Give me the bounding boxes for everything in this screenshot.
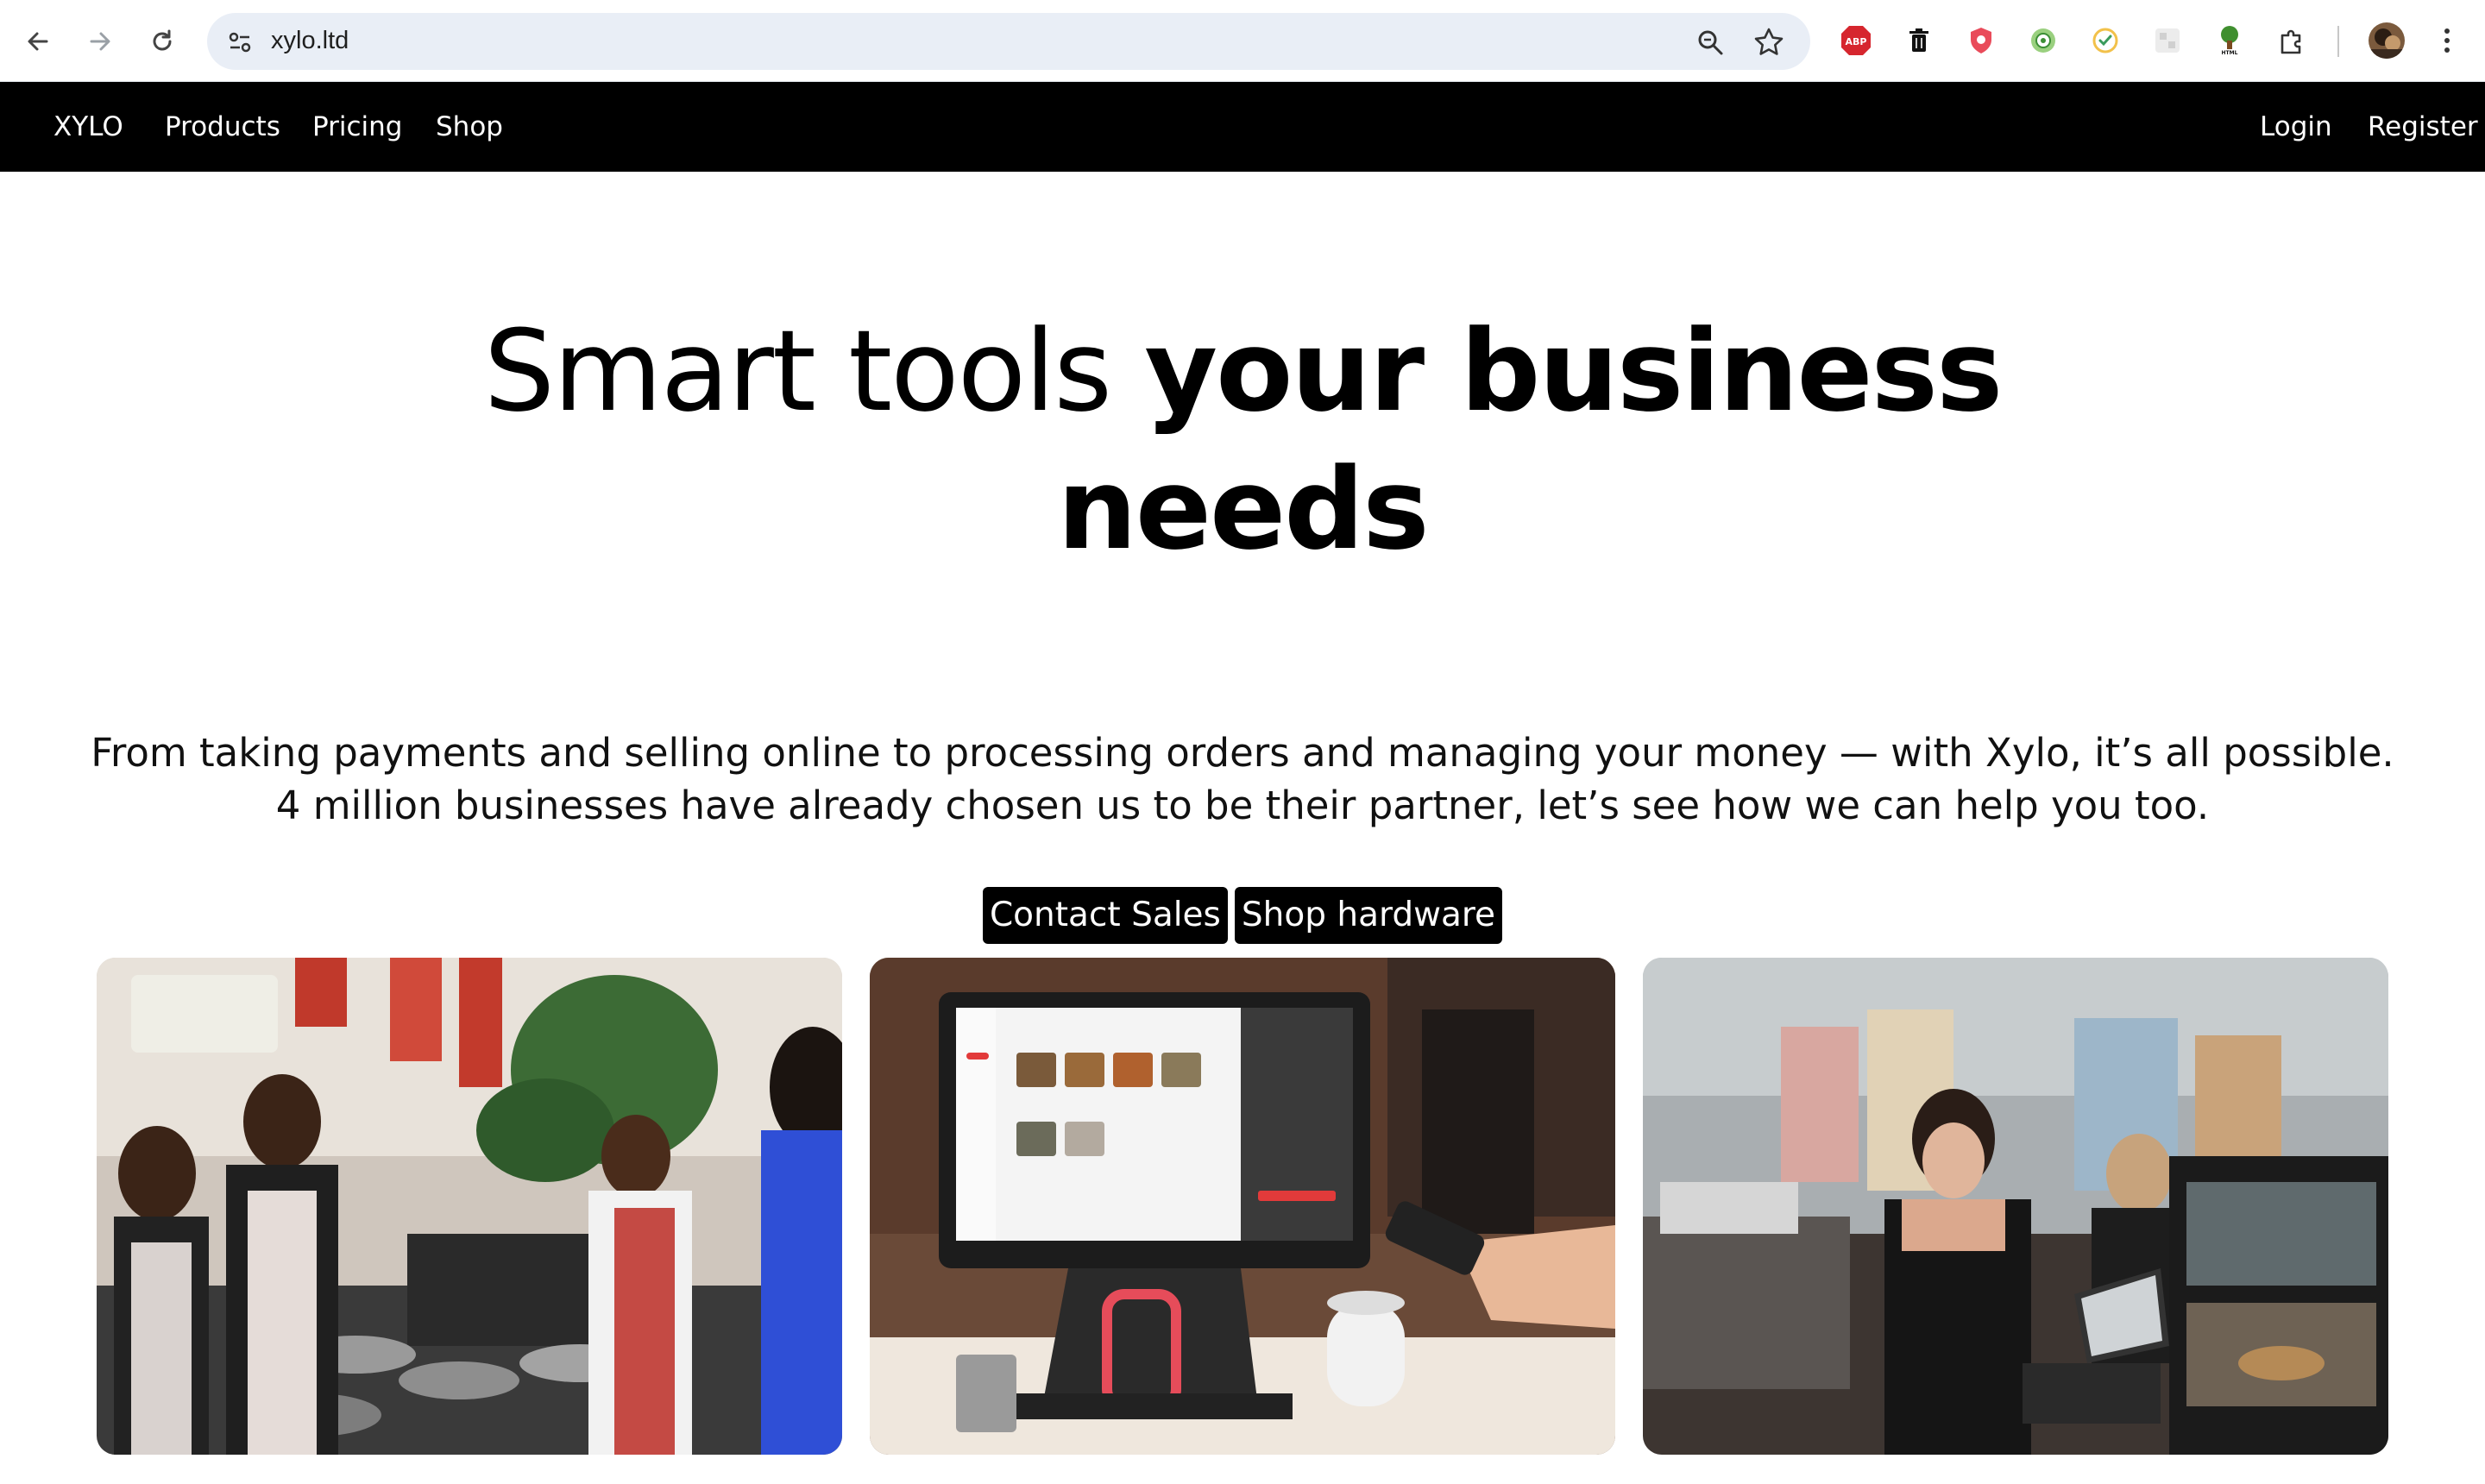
kebab-menu-icon[interactable]: [2430, 23, 2464, 58]
nav-link-products[interactable]: Products: [165, 82, 280, 172]
abp-icon[interactable]: ABP: [1839, 23, 1873, 58]
trash-icon[interactable]: [1902, 23, 1936, 58]
headline-light-part: Smart tools: [483, 305, 1145, 437]
pos-terminal-photo: [870, 958, 1615, 1455]
extension-icon[interactable]: [2026, 23, 2060, 58]
browser-toolbar: xylo.ltd ABP HTML: [0, 0, 2485, 82]
restaurant-staff-photo: [97, 958, 842, 1455]
svg-text:HTML: HTML: [2222, 50, 2238, 56]
cafe-counter-photo: [1643, 958, 2388, 1455]
profile-avatar[interactable]: [2368, 22, 2406, 60]
zoom-icon[interactable]: [1693, 25, 1727, 60]
cta-row: Contact Sales Shop hardware: [0, 887, 2485, 944]
brand-logo[interactable]: XYLO: [53, 82, 123, 172]
login-link[interactable]: Login: [2260, 82, 2332, 172]
extension-icon[interactable]: [2088, 23, 2123, 58]
back-icon[interactable]: [16, 19, 60, 64]
nav-link-pricing[interactable]: Pricing: [312, 82, 403, 172]
hero-subtitle: From taking payments and selling online …: [91, 730, 2394, 828]
nav-link-shop[interactable]: Shop: [436, 82, 503, 172]
reload-icon[interactable]: [140, 19, 185, 64]
toolbar-separator: [2337, 26, 2339, 57]
site-settings-icon[interactable]: [223, 25, 257, 60]
url-text[interactable]: xylo.ltd: [271, 27, 349, 55]
hero-headline: Smart tools your business needs: [0, 302, 2485, 578]
contact-sales-button[interactable]: Contact Sales: [982, 887, 1228, 944]
shield-icon[interactable]: [1964, 23, 1998, 58]
shop-hardware-button[interactable]: Shop hardware: [1234, 887, 1503, 944]
headline-bold-part-2: needs: [1057, 443, 1429, 575]
site-navbar: XYLO Products Pricing Shop Login Registe…: [0, 82, 2485, 172]
bookmark-star-icon[interactable]: [1752, 25, 1786, 60]
forward-icon[interactable]: [78, 19, 123, 64]
register-link[interactable]: Register: [2368, 82, 2478, 172]
extension-icon[interactable]: HTML: [2212, 23, 2247, 58]
headline-bold-part: your business: [1144, 305, 2003, 437]
puzzle-icon[interactable]: [2274, 23, 2309, 58]
address-bar[interactable]: xylo.ltd: [207, 13, 1810, 70]
abp-label: ABP: [1846, 36, 1867, 47]
extension-icon[interactable]: [2150, 23, 2185, 58]
